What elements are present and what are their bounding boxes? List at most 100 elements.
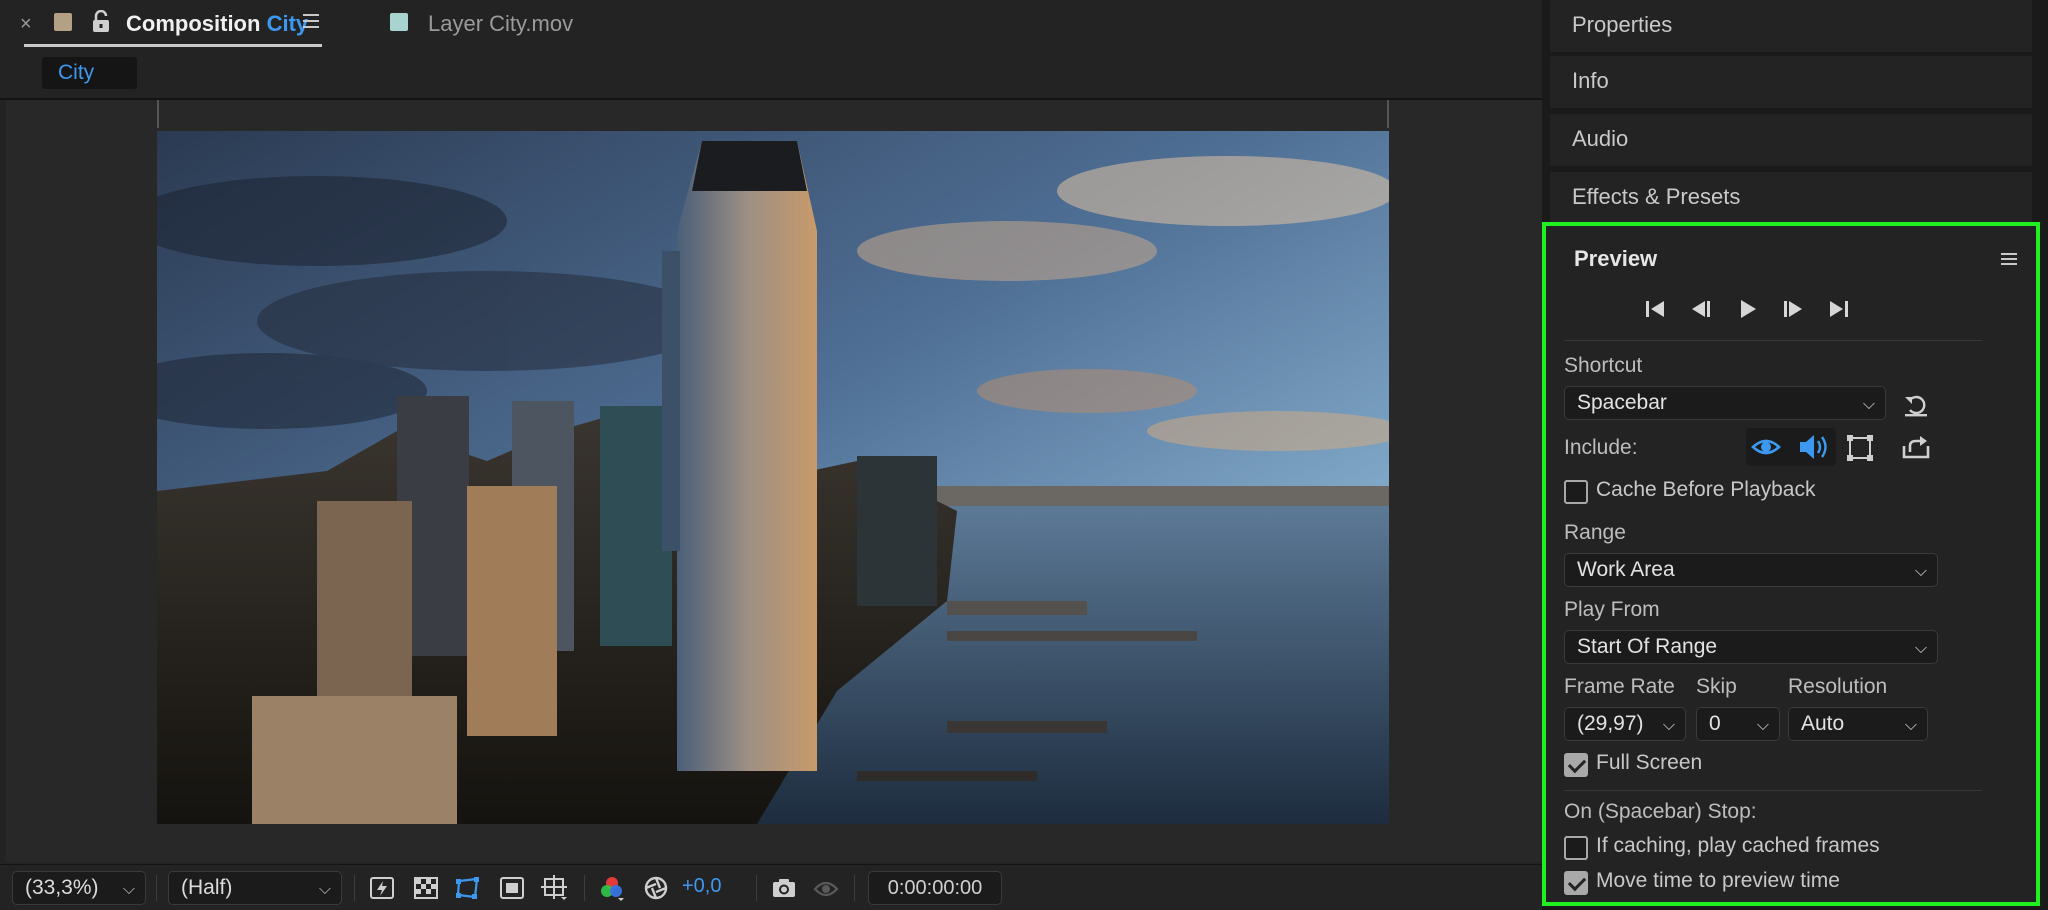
include-video-icon[interactable] (1746, 428, 1786, 466)
chevron-down-icon: ⌵ (1862, 396, 1875, 413)
toolbar-separator (854, 875, 855, 901)
cache-before-playback-label: Cache Before Playback (1596, 478, 1816, 501)
toolbar-separator (756, 875, 757, 901)
composition-breadcrumb[interactable]: City (42, 57, 137, 89)
frame-edge-marker (1387, 100, 1389, 128)
toolbar-separator (156, 875, 157, 901)
panel-title: Effects & Presets (1572, 184, 1741, 209)
resolution-value: Auto (1801, 712, 1845, 735)
play-from-value: Start Of Range (1577, 635, 1718, 658)
play-icon[interactable] (1732, 294, 1762, 324)
panel-title: Info (1572, 68, 1609, 93)
range-value: Work Area (1577, 558, 1675, 581)
play-from-label: Play From (1564, 598, 1660, 621)
pier (857, 771, 1037, 781)
stop-options-label: On (Spacebar) Stop: (1564, 800, 1757, 823)
magnification-dropdown[interactable]: (33,3%) ⌵ (12, 871, 146, 905)
include-audio-icon[interactable] (1792, 428, 1832, 466)
active-tab-underline (24, 44, 322, 47)
section-divider (1564, 790, 1982, 791)
viewer-toolbar: (33,3%) ⌵ (Half) ⌵ +0,0 0:00:00:00 (0, 864, 1542, 910)
panel-title: Audio (1572, 126, 1629, 151)
chevron-down-icon: ⌵ (122, 881, 135, 898)
mask-path-visibility-icon[interactable] (454, 874, 482, 902)
building (467, 486, 557, 736)
chevron-down-icon: ⌵ (1904, 717, 1917, 734)
range-dropdown[interactable]: Work Area ⌵ (1564, 553, 1938, 587)
reset-exposure-icon[interactable] (642, 874, 670, 902)
next-frame-icon[interactable] (1778, 294, 1808, 324)
chevron-down-icon: ⌵ (1756, 717, 1769, 734)
exposure-value[interactable]: +0,0 (682, 875, 721, 898)
building (252, 696, 457, 824)
shortcut-dropdown[interactable]: Spacebar ⌵ (1564, 386, 1886, 420)
resolution-dropdown[interactable]: (Half) ⌵ (168, 871, 342, 905)
skip-label: Skip (1696, 675, 1737, 698)
skip-value: 0 (1709, 712, 1721, 735)
region-of-interest-icon[interactable] (498, 874, 526, 902)
composition-frame[interactable] (157, 131, 1389, 824)
magnification-value: (33,3%) (25, 876, 99, 899)
frame-rate-value: (29,97) (1577, 712, 1644, 735)
section-divider (1564, 340, 1982, 341)
composition-color-swatch[interactable] (54, 13, 72, 31)
range-label: Range (1564, 521, 1626, 544)
if-caching-checkbox[interactable] (1564, 836, 1588, 860)
fast-previews-icon[interactable] (368, 874, 396, 902)
toolbar-separator (354, 875, 355, 901)
play-from-dropdown[interactable]: Start Of Range ⌵ (1564, 630, 1938, 664)
panel-title: Properties (1572, 12, 1673, 37)
show-channel-icon[interactable] (598, 874, 626, 902)
take-snapshot-icon[interactable] (770, 874, 798, 902)
include-label: Include: (1564, 436, 1638, 459)
pier (947, 601, 1087, 615)
include-overlays-icon[interactable] (1844, 432, 1876, 464)
composition-tab-prefix: Composition (126, 11, 261, 36)
resolution-label: Resolution (1788, 675, 1888, 698)
resolution-dropdown[interactable]: Auto ⌵ (1788, 707, 1928, 741)
move-time-label: Move time to preview time (1596, 869, 1840, 892)
composition-tab-title[interactable]: Composition City (126, 11, 308, 37)
skip-dropdown[interactable]: 0 ⌵ (1696, 707, 1780, 741)
show-snapshot-icon[interactable] (812, 874, 840, 902)
shortcut-label: Shortcut (1564, 354, 1643, 377)
chevron-down-icon: ⌵ (1914, 563, 1927, 580)
panel-menu-icon[interactable] (302, 12, 320, 30)
last-frame-icon[interactable] (1824, 294, 1854, 324)
cache-before-playback-checkbox[interactable] (1564, 480, 1588, 504)
first-frame-icon[interactable] (1640, 294, 1670, 324)
playback-controls (1546, 294, 2036, 330)
main-tower (677, 141, 817, 771)
full-screen-checkbox[interactable] (1564, 753, 1588, 777)
audio-panel-header[interactable]: Audio (1550, 114, 2032, 166)
tab-layer[interactable]: Layer City.mov (428, 11, 573, 37)
reset-shortcut-icon[interactable] (1902, 390, 1930, 418)
close-tab-icon[interactable]: × (20, 13, 32, 36)
pier (947, 721, 1107, 733)
move-time-checkbox[interactable] (1564, 871, 1588, 895)
pier (947, 631, 1197, 641)
frame-rate-label: Frame Rate (1564, 675, 1675, 698)
include-toggles (1746, 428, 1836, 466)
shortcut-value: Spacebar (1577, 391, 1667, 414)
previous-frame-icon[interactable] (1686, 294, 1716, 324)
preview-panel-title: Preview (1574, 246, 1658, 271)
chevron-down-icon: ⌵ (1662, 717, 1675, 734)
grid-guides-icon[interactable] (540, 874, 568, 902)
panel-menu-icon[interactable] (2000, 250, 2018, 268)
unlock-icon[interactable] (90, 10, 112, 34)
tower-crown (692, 141, 807, 191)
frame-rate-dropdown[interactable]: (29,97) ⌵ (1564, 707, 1686, 741)
full-screen-label: Full Screen (1596, 751, 1703, 774)
properties-panel-header[interactable]: Properties (1550, 0, 2032, 52)
effects-presets-panel-header[interactable]: Effects & Presets (1550, 172, 2032, 224)
info-panel-header[interactable]: Info (1550, 56, 2032, 108)
frame-edge-marker (157, 100, 159, 128)
transparency-grid-icon[interactable] (412, 874, 440, 902)
export-icon[interactable] (1900, 432, 1932, 462)
layer-color-swatch (390, 13, 408, 31)
current-time-display[interactable]: 0:00:00:00 (868, 871, 1002, 905)
building (857, 456, 937, 606)
if-caching-label: If caching, play cached frames (1596, 834, 1880, 857)
tower-wing (662, 251, 680, 551)
